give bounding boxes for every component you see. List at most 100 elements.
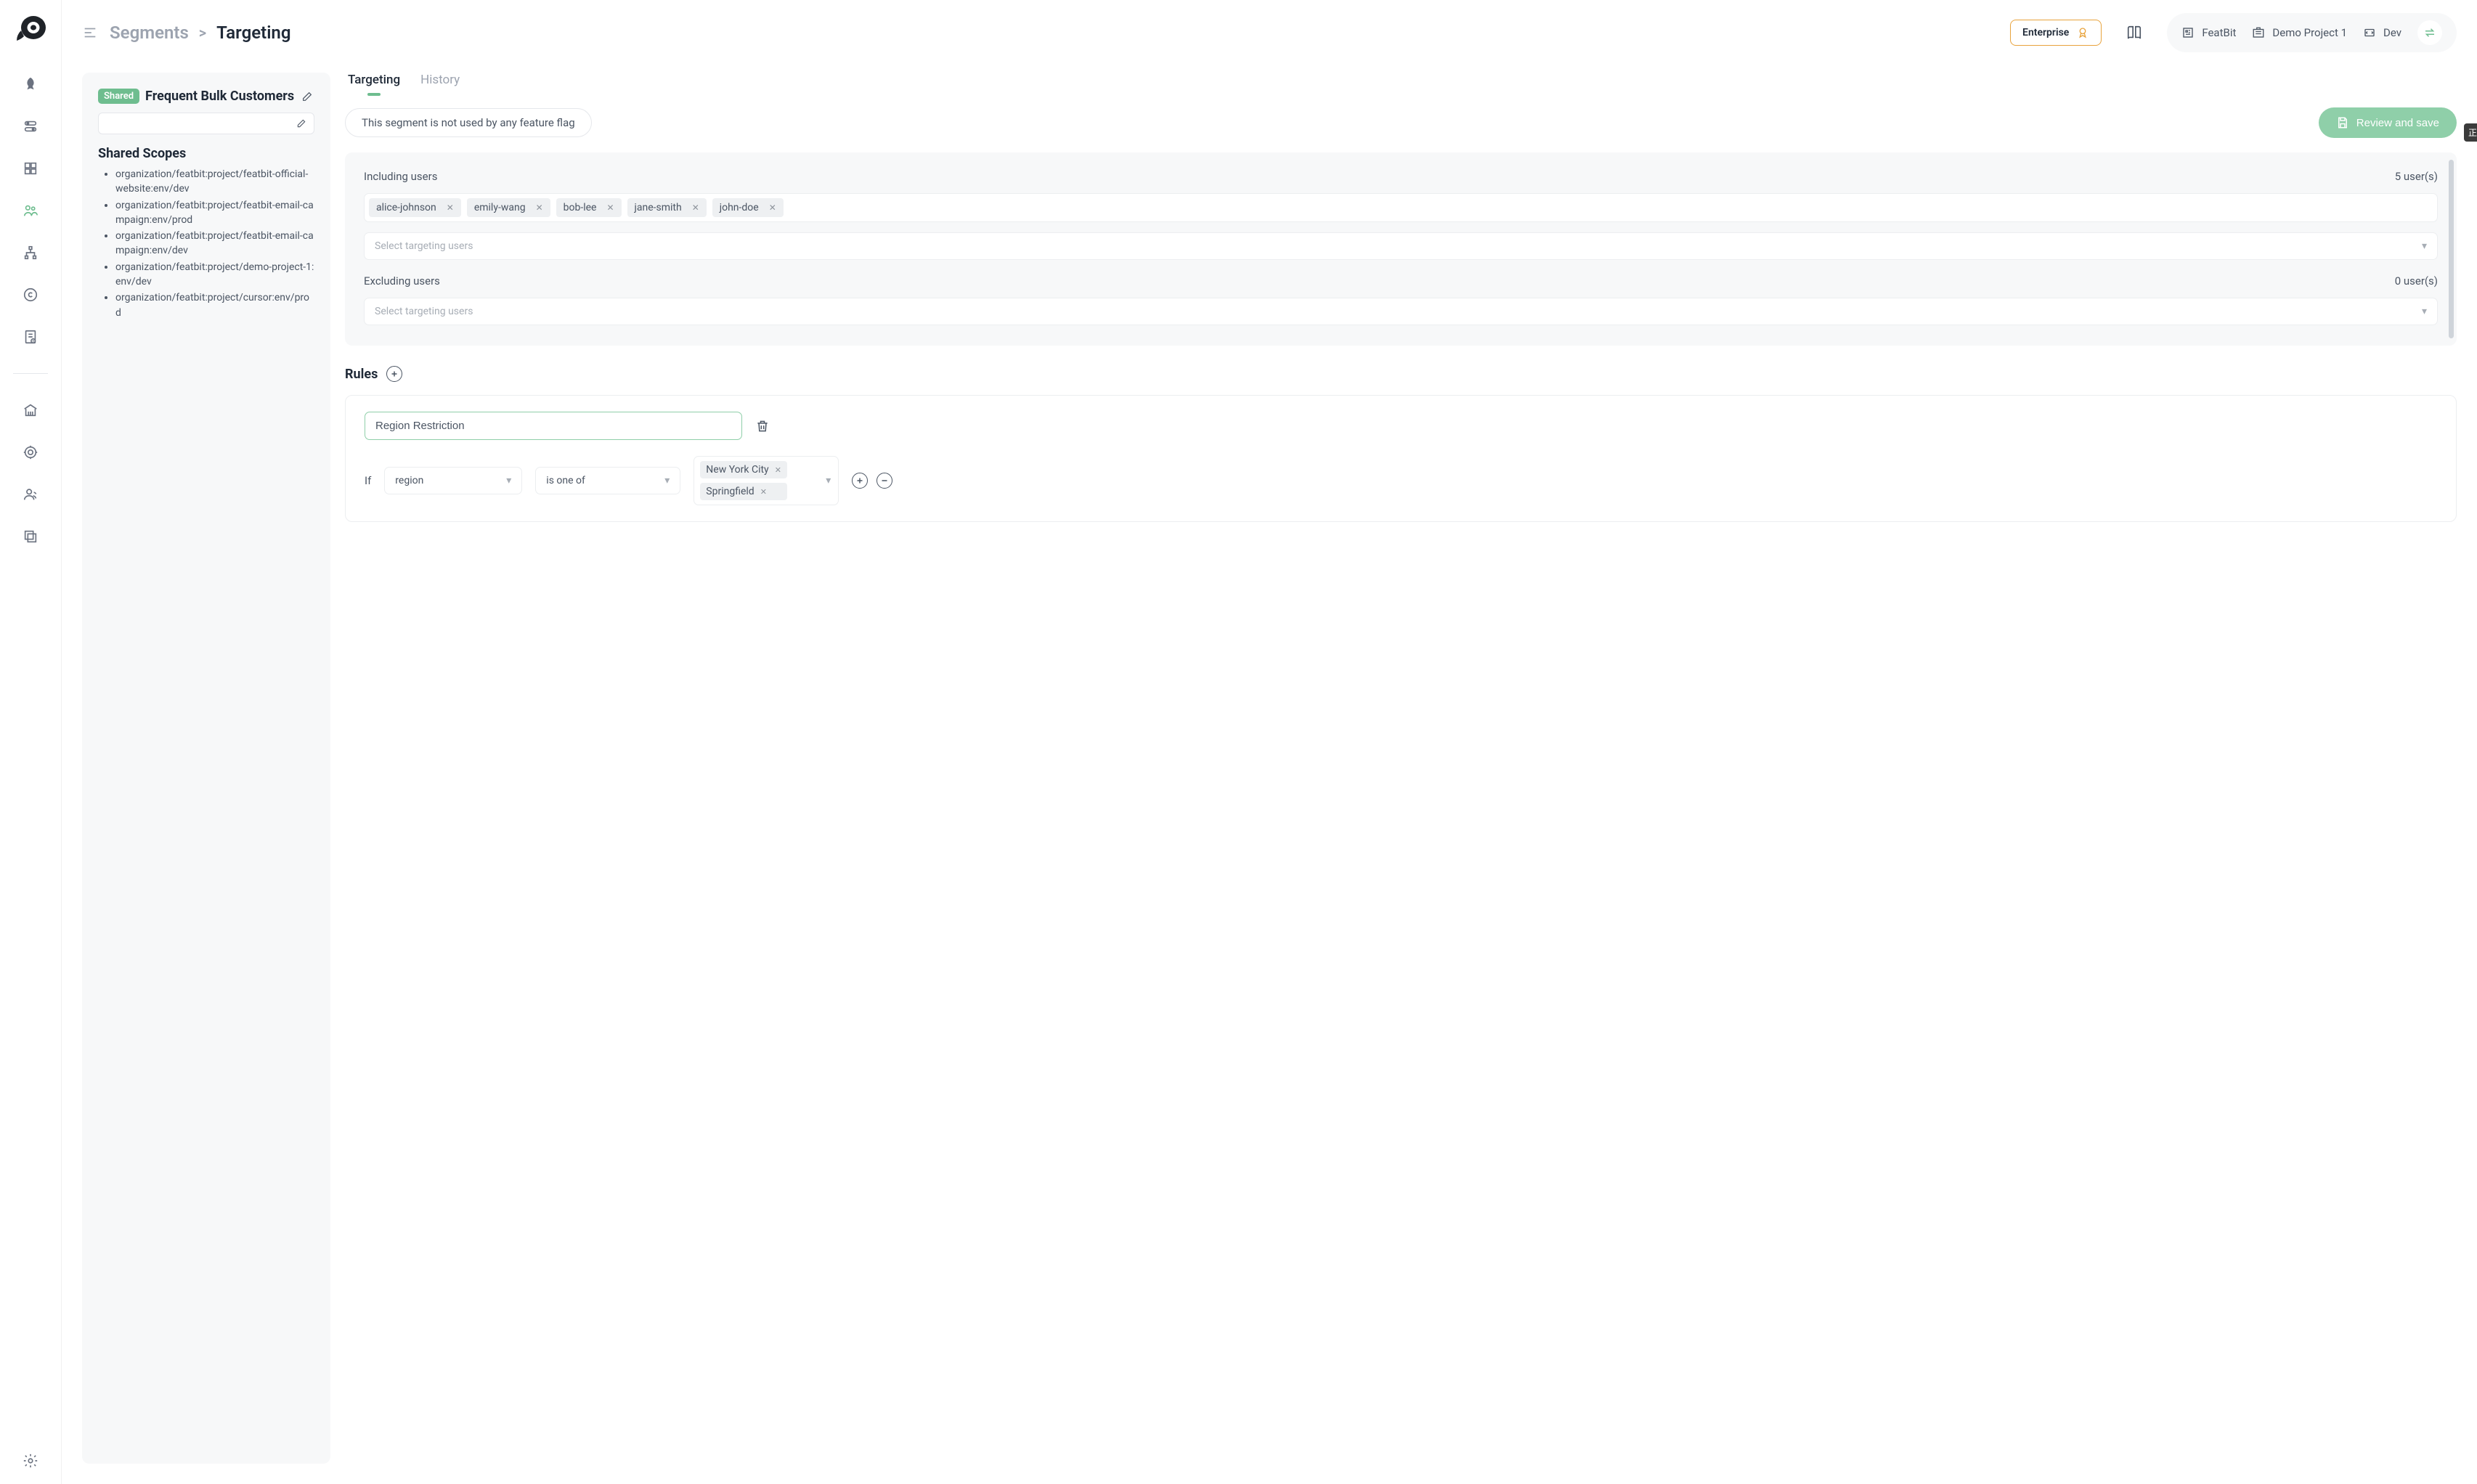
remove-tag-icon[interactable]: ✕ — [606, 203, 614, 213]
sidebar — [0, 0, 62, 1484]
tab-targeting[interactable]: Targeting — [348, 73, 400, 94]
scrollbar[interactable] — [2449, 160, 2454, 338]
logo[interactable] — [14, 13, 47, 46]
segment-name: Frequent Bulk Customers — [145, 89, 294, 104]
scope-item: organization/featbit:project/cursor:env/… — [115, 290, 314, 320]
rule-card: If region ▾ is one of ▾ New York City✕ — [345, 395, 2457, 522]
context-org[interactable]: FeatBit — [2181, 26, 2236, 39]
nav-copy-icon[interactable] — [20, 526, 41, 547]
shared-scopes-list: organization/featbit:project/featbit-off… — [98, 167, 314, 320]
sidebar-nav — [13, 74, 48, 547]
breadcrumb: Segments > Targeting — [110, 23, 291, 43]
user-tag: bob-lee✕ — [556, 198, 622, 217]
nav-apps-icon[interactable] — [20, 158, 41, 179]
including-placeholder: Select targeting users — [375, 240, 473, 252]
user-tag: john-doe✕ — [712, 198, 784, 217]
context-project-label: Demo Project 1 — [2272, 26, 2347, 39]
chevron-down-icon: ▾ — [664, 475, 670, 486]
targeting-panel: Targeting History This segment is not us… — [345, 73, 2457, 1464]
nav-settings-icon[interactable] — [20, 1451, 41, 1471]
review-save-label: Review and save — [2356, 117, 2439, 129]
including-tags[interactable]: alice-johnson✕ emily-wang✕ bob-lee✕ jane… — [364, 193, 2438, 222]
breadcrumb-current: Targeting — [216, 23, 290, 43]
shared-scopes-title: Shared Scopes — [98, 146, 314, 161]
rule-operator-select[interactable]: is one of ▾ — [535, 467, 680, 494]
user-tag: jane-smith✕ — [627, 198, 707, 217]
nav-target-icon[interactable] — [20, 442, 41, 462]
menu-toggle-icon[interactable] — [82, 25, 98, 41]
docs-icon[interactable] — [2126, 25, 2142, 41]
scope-item: organization/featbit:project/featbit-off… — [115, 167, 314, 197]
scope-item: organization/featbit:project/demo-projec… — [115, 260, 314, 290]
remove-tag-icon[interactable]: ✕ — [692, 203, 699, 213]
excluding-users-count: 0 user(s) — [2395, 274, 2438, 288]
edit-name-icon[interactable] — [301, 91, 313, 102]
nav-get-started-icon[interactable] — [20, 74, 41, 94]
context-project[interactable]: Demo Project 1 — [2252, 26, 2347, 39]
nav-flags-icon[interactable] — [20, 116, 41, 136]
nav-org-icon[interactable] — [20, 400, 41, 420]
rule-attribute-value: region — [395, 475, 423, 486]
value-tag: New York City✕ — [700, 461, 787, 478]
excluding-users-label: Excluding users — [364, 274, 440, 288]
segment-description-input[interactable] — [98, 113, 314, 134]
rule-values-select[interactable]: New York City✕ Springfield✕ ▾ — [694, 456, 839, 505]
header: Segments > Targeting Enterprise FeatBit … — [62, 0, 2477, 65]
rules-title: Rules — [345, 367, 378, 382]
swap-context-button[interactable] — [2417, 20, 2442, 45]
edit-description-icon[interactable] — [296, 118, 306, 129]
nav-member-icon[interactable] — [20, 484, 41, 505]
remove-tag-icon[interactable]: ✕ — [536, 203, 543, 213]
chevron-down-icon: ▾ — [506, 475, 511, 486]
review-save-button[interactable]: Review and save — [2319, 107, 2457, 138]
tab-history[interactable]: History — [420, 73, 460, 94]
including-users-count: 5 user(s) — [2395, 170, 2438, 183]
chevron-down-icon: ▾ — [2422, 240, 2427, 252]
sidebar-divider — [13, 373, 48, 374]
remove-tag-icon[interactable]: ✕ — [769, 203, 776, 213]
medal-icon — [2076, 26, 2089, 39]
nav-tree-icon[interactable] — [20, 242, 41, 263]
context-org-label: FeatBit — [2202, 26, 2236, 39]
excluding-placeholder: Select targeting users — [375, 306, 473, 317]
including-users-label: Including users — [364, 170, 437, 183]
segment-description-field[interactable] — [106, 118, 295, 129]
add-condition-button[interactable] — [852, 473, 868, 489]
rule-operator-value: is one of — [546, 475, 585, 486]
nav-copyright-icon[interactable] — [20, 285, 41, 305]
scope-item: organization/featbit:project/featbit-ema… — [115, 229, 314, 258]
breadcrumb-parent[interactable]: Segments — [110, 23, 189, 43]
enterprise-label: Enterprise — [2022, 27, 2069, 38]
remove-tag-icon[interactable]: ✕ — [760, 487, 767, 497]
nav-segments-icon[interactable] — [20, 200, 41, 221]
including-users-select[interactable]: Select targeting users ▾ — [364, 232, 2438, 260]
context-env[interactable]: Dev — [2363, 26, 2401, 39]
value-tag: Springfield✕ — [700, 483, 787, 500]
segment-info-panel: Shared Frequent Bulk Customers Shared Sc… — [82, 73, 330, 1464]
users-card: Including users 5 user(s) alice-johnson✕… — [345, 152, 2457, 346]
chevron-down-icon: ▾ — [826, 475, 831, 486]
nav-report-icon[interactable] — [20, 327, 41, 347]
enterprise-badge[interactable]: Enterprise — [2010, 20, 2102, 46]
remove-tag-icon[interactable]: ✕ — [775, 465, 781, 475]
tabs: Targeting History — [345, 73, 2457, 94]
remove-condition-button[interactable] — [876, 473, 892, 489]
rule-condition-row: If region ▾ is one of ▾ New York City✕ — [365, 456, 2437, 505]
unused-banner: This segment is not used by any feature … — [345, 108, 592, 137]
rule-name-input[interactable] — [365, 412, 742, 440]
excluding-users-select[interactable]: Select targeting users ▾ — [364, 298, 2438, 325]
if-label: If — [365, 474, 371, 487]
context-pill: FeatBit Demo Project 1 Dev — [2167, 13, 2457, 52]
delete-rule-icon[interactable] — [755, 419, 770, 433]
tooltip-fragment: 正 — [2464, 123, 2477, 142]
breadcrumb-separator: > — [199, 24, 206, 41]
user-tag: alice-johnson✕ — [369, 198, 461, 217]
add-rule-button[interactable] — [386, 366, 402, 382]
chevron-down-icon: ▾ — [2422, 306, 2427, 317]
rule-attribute-select[interactable]: region ▾ — [384, 467, 522, 494]
scope-item: organization/featbit:project/featbit-ema… — [115, 198, 314, 228]
context-env-label: Dev — [2383, 26, 2401, 39]
shared-badge: Shared — [98, 89, 139, 104]
user-tag: emily-wang✕ — [467, 198, 550, 217]
remove-tag-icon[interactable]: ✕ — [447, 203, 454, 213]
